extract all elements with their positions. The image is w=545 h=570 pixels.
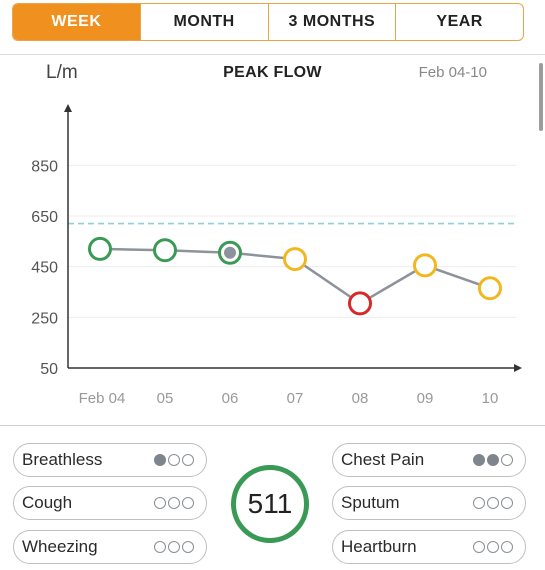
severity-dot-empty — [182, 541, 194, 553]
severity-dot-empty — [168, 497, 180, 509]
symptom-chest-pain[interactable]: Chest Pain — [332, 443, 526, 477]
y-tick-label: 850 — [31, 158, 58, 175]
symptom-sputum[interactable]: Sputum — [332, 486, 526, 520]
data-point — [283, 247, 307, 272]
y-tick-label: 450 — [31, 260, 58, 277]
severity-dots — [473, 541, 513, 553]
symptom-wheezing[interactable]: Wheezing — [13, 530, 207, 564]
symptom-label: Cough — [22, 493, 73, 512]
x-tick-label: 05 — [157, 390, 174, 407]
severity-dot-filled — [487, 454, 499, 466]
data-point — [478, 276, 502, 301]
symptom-breathless[interactable]: Breathless — [13, 443, 207, 477]
peak-flow-score[interactable]: 511 — [231, 465, 309, 543]
severity-dot-empty — [501, 497, 513, 509]
x-tick-label: 08 — [352, 390, 369, 407]
symptom-label: Sputum — [341, 493, 400, 512]
severity-dots — [154, 541, 194, 553]
data-point — [153, 238, 177, 263]
y-tick-label: 650 — [31, 209, 58, 226]
data-point — [88, 236, 112, 261]
x-tick-label: 09 — [417, 390, 434, 407]
severity-dot-empty — [168, 454, 180, 466]
severity-dot-empty — [154, 497, 166, 509]
symptom-label: Chest Pain — [341, 450, 425, 469]
severity-dot-empty — [168, 541, 180, 553]
symptom-label: Wheezing — [22, 537, 98, 556]
y-axis-arrow — [64, 104, 72, 112]
severity-dots — [154, 454, 194, 466]
data-point — [413, 253, 437, 278]
data-point — [348, 291, 372, 316]
severity-dot-empty — [487, 541, 499, 553]
severity-dot-empty — [182, 497, 194, 509]
severity-dot-empty — [154, 541, 166, 553]
severity-dot-empty — [473, 497, 485, 509]
severity-dots — [154, 497, 194, 509]
symptom-cough[interactable]: Cough — [13, 486, 207, 520]
symptom-heartburn[interactable]: Heartburn — [332, 530, 526, 564]
severity-dot-empty — [501, 454, 513, 466]
symptom-label: Heartburn — [341, 537, 417, 556]
x-tick-label: 07 — [287, 390, 304, 407]
severity-dots — [473, 497, 513, 509]
severity-dot-empty — [501, 541, 513, 553]
severity-dot-filled — [154, 454, 166, 466]
y-tick-label: 50 — [40, 361, 58, 378]
x-tick-label: Feb 04 — [79, 390, 126, 407]
y-tick-label: 250 — [31, 310, 58, 327]
x-tick-label: 10 — [482, 390, 499, 407]
symptom-label: Breathless — [22, 450, 103, 469]
peak-flow-chart: 850 650 450 250 50 Feb 04 05 06 07 08 09 10 — [31, 104, 522, 407]
severity-dots — [473, 454, 513, 466]
severity-dot-filled — [473, 454, 485, 466]
x-tick-label: 06 — [222, 390, 239, 407]
severity-dot-empty — [182, 454, 194, 466]
x-axis-arrow — [514, 364, 522, 372]
data-point-selected-marker — [224, 246, 236, 259]
severity-dot-empty — [487, 497, 499, 509]
severity-dot-empty — [473, 541, 485, 553]
